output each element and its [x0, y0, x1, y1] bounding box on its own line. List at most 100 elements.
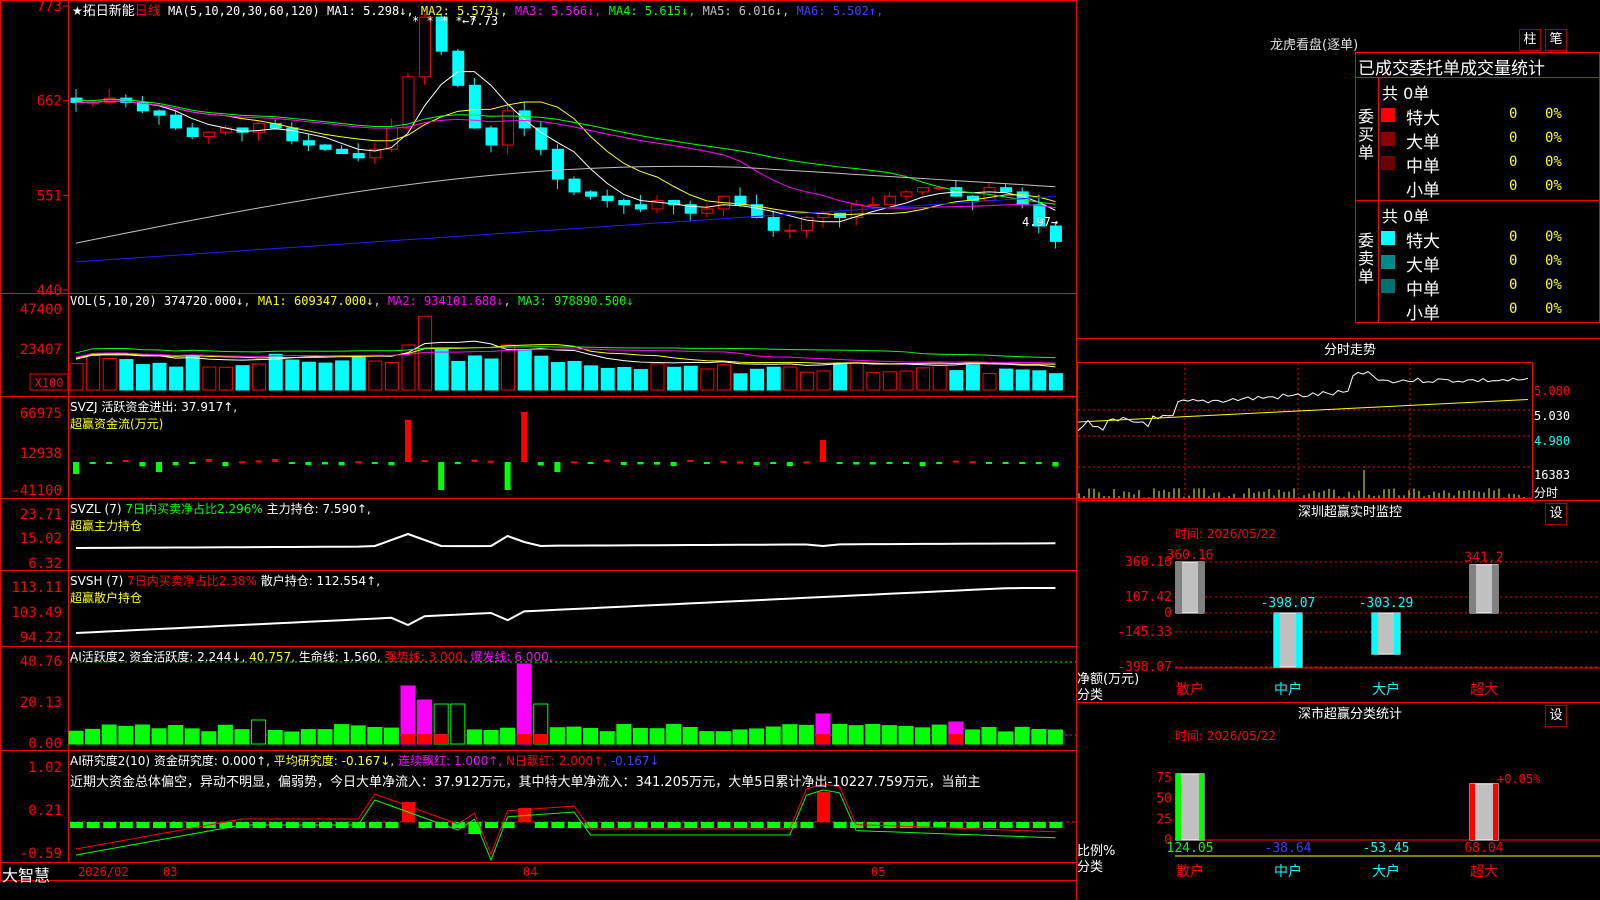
- airesearch-bar: [800, 822, 814, 828]
- volume-bar: [69, 363, 84, 391]
- ai2-bar: [549, 727, 565, 745]
- volume-bar: [849, 362, 864, 391]
- monitor-category-label: 超大: [1470, 682, 1498, 698]
- volume-bar: [451, 360, 466, 391]
- ai2-bar: [998, 731, 1014, 745]
- sell-total: 共 0单: [1382, 207, 1430, 226]
- classify-axis-label: 25: [1156, 812, 1172, 827]
- svzj-bar: [903, 462, 909, 464]
- candle: [203, 131, 216, 137]
- svzj-panel-label: SVZJ 活跃资金进出: 37.917↑, 超赢资金流(万元): [70, 400, 238, 431]
- monitor-axis-label: 0: [1164, 606, 1172, 621]
- ai2-bar: [466, 729, 482, 745]
- airesearch-bar: [767, 822, 781, 828]
- ai2-bar: [284, 731, 300, 745]
- svzj-bar: [1052, 462, 1059, 467]
- airesearch-bar: [568, 822, 581, 828]
- monitor-category-label: 大户: [1372, 681, 1400, 698]
- buy-row-name: 小单: [1406, 181, 1440, 201]
- monitor-category-label: 中户: [1274, 681, 1302, 698]
- sell-row-pct: 0%: [1545, 301, 1562, 317]
- airesearch-bar: [86, 822, 100, 828]
- volume-bar: [799, 371, 814, 391]
- monitor-bar-edge: [1394, 613, 1400, 655]
- volume-bar: [633, 369, 648, 391]
- bar-view-button[interactable]: 柱: [1519, 29, 1541, 51]
- volume-bar: [202, 366, 217, 391]
- svzj-bar: [388, 462, 395, 466]
- intraday-title[interactable]: 分时走势: [1100, 341, 1600, 361]
- buy-row-count: 0: [1509, 178, 1518, 194]
- svzj-bar: [836, 462, 843, 464]
- volume-bar: [1032, 370, 1047, 391]
- ai2-bar: [367, 726, 383, 745]
- volume-bar: [932, 364, 947, 391]
- ai2-bar: [964, 729, 980, 745]
- svsh-axis-label: 94.22: [20, 630, 62, 646]
- svzj-bar: [488, 460, 494, 463]
- classify-settings-button[interactable]: 设: [1545, 705, 1567, 727]
- sell-row-count: 0: [1509, 229, 1518, 245]
- svzj-bar: [454, 462, 461, 465]
- monitor-bar-edge: [1198, 562, 1204, 613]
- tick-view-button[interactable]: 笔: [1545, 29, 1567, 51]
- volume-bar: [384, 361, 399, 391]
- classify-time: 时间: 2026/05/22: [1175, 729, 1277, 743]
- candle: [468, 84, 481, 129]
- volume-bar: [135, 364, 150, 391]
- classify-axis-label: 75: [1156, 771, 1172, 786]
- svzj-bar: [604, 459, 611, 462]
- svzj-bar: [687, 459, 694, 462]
- monitor-settings-button[interactable]: 设: [1545, 503, 1567, 525]
- ai2-bar: [184, 728, 200, 745]
- monitor-title: 深圳超赢实时监控: [1297, 505, 1402, 520]
- airesearch-bar: [136, 822, 150, 828]
- ai2-bar: [749, 728, 765, 745]
- sell-row-count: 0: [1509, 301, 1518, 317]
- vol-ma2-line: [75, 344, 1056, 365]
- dragon-tiger-title: 龙虎看盘(逐单): [1270, 38, 1359, 53]
- ai2-bar: [915, 727, 931, 745]
- airesearch-bar: [833, 822, 847, 828]
- airesearch-bar: [999, 822, 1013, 828]
- buy-row-swatch: [1381, 156, 1395, 170]
- candle: [784, 229, 797, 232]
- sell-row-pct: 0%: [1545, 253, 1562, 269]
- svzj-bar: [969, 461, 976, 464]
- candle: [385, 127, 398, 150]
- airesearch-bar: [385, 822, 399, 828]
- candle: [485, 127, 498, 146]
- ai2-bar: [848, 725, 864, 745]
- ai2-bar: [383, 727, 399, 745]
- ai2-axis-label: 20.13: [20, 695, 62, 711]
- ma-value-1: MA1: 5.298↓,: [326, 4, 414, 18]
- buy-side-label: 委买单: [1358, 107, 1375, 162]
- volume-bar: [567, 360, 582, 391]
- ai2-bar: [217, 724, 233, 745]
- ai2-red-segment: [816, 734, 830, 744]
- period-label[interactable]: 日线: [135, 4, 161, 19]
- volume-bar: [434, 349, 449, 391]
- star-icon[interactable]: ★: [72, 4, 83, 18]
- svzj-bar: [952, 460, 959, 463]
- buy-row-name: 特大: [1406, 109, 1440, 129]
- volume-bar: [833, 363, 848, 391]
- volume-bar: [235, 365, 250, 391]
- volume-bar: [600, 367, 615, 391]
- ma-value-5: MA5: 6.016↓,: [695, 4, 790, 18]
- candle: [336, 148, 349, 155]
- ai2-bar: [516, 663, 532, 745]
- high-price-mark: ←7.73: [462, 14, 499, 28]
- buy-row-pct: 0%: [1545, 178, 1562, 194]
- candle: [618, 199, 631, 206]
- svzj-bar: [886, 462, 893, 464]
- volume-bar: [700, 368, 715, 391]
- vol-axis-label: 23407: [20, 342, 62, 358]
- stock-name[interactable]: 拓日新能: [83, 4, 135, 19]
- candle: [900, 191, 913, 197]
- volume-bar: [185, 355, 200, 391]
- volume-bar: [783, 366, 798, 391]
- classify-value-label: 124.05: [1167, 841, 1214, 856]
- monitor-axis-label: 360.16: [1125, 555, 1172, 570]
- vol-unit-label: X100: [35, 376, 64, 390]
